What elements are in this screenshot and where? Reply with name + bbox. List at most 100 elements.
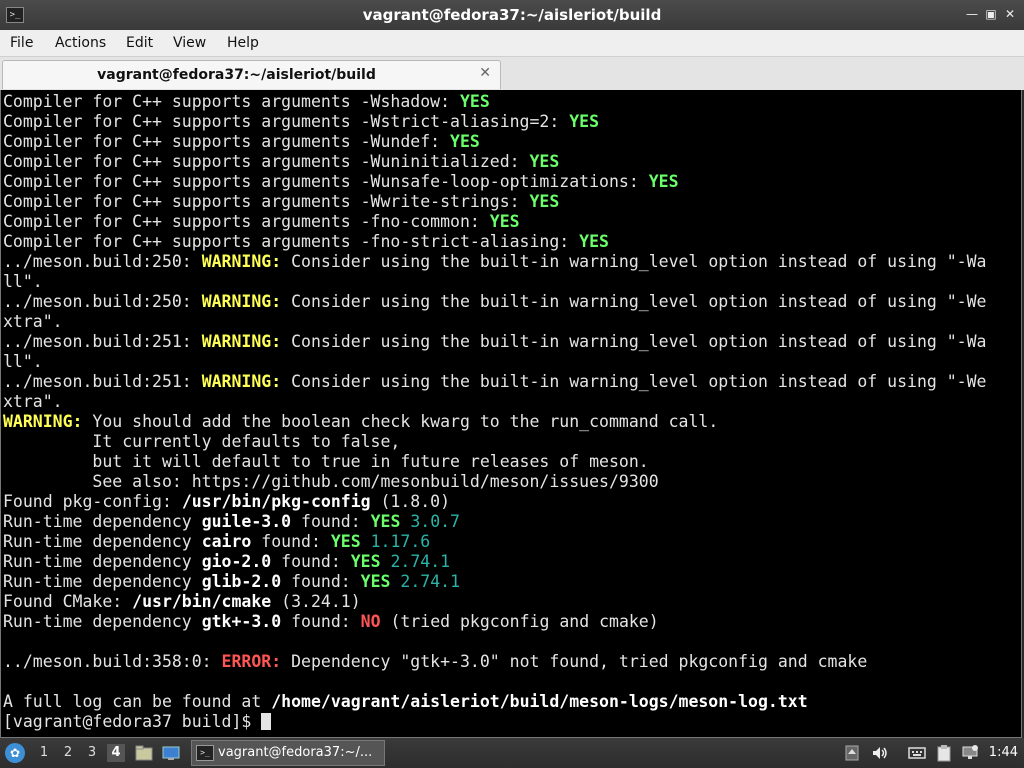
terminal-text-segment: A full log can be found at [3,692,272,711]
minimize-button[interactable]: — [964,6,980,22]
terminal-text-segment: ../meson.build:250: [3,292,202,311]
network-icon[interactable] [961,744,979,762]
terminal-line: ll". [3,352,986,372]
terminal-line: Compiler for C++ supports arguments -Wun… [3,172,986,192]
terminal-text-segment: It currently defaults to false, [3,432,401,451]
terminal-line: ../meson.build:358:0: ERROR: Dependency … [3,652,986,672]
terminal-line: Run-time dependency glib-2.0 found: YES … [3,572,986,592]
menu-help[interactable]: Help [227,35,259,51]
clipboard-icon[interactable] [935,744,953,762]
terminal-text-segment: See also: https://github.com/mesonbuild/… [3,472,659,491]
task-label: vagrant@fedora37:~/... [218,745,373,760]
terminal-line: Found CMake: /usr/bin/cmake (3.24.1) [3,592,986,612]
terminal-text-segment: found: [251,532,331,551]
text-cursor [261,713,272,730]
terminal-text-segment: found: [281,572,361,591]
terminal-text-segment: YES [529,152,560,171]
terminal-text-segment: ../meson.build:251: [3,372,202,391]
terminal-text-segment: Run-time dependency [3,512,202,531]
terminal-text-segment: You should add the boolean check kwarg t… [82,412,719,431]
terminal-text-segment: but it will default to true in future re… [3,452,649,471]
terminal-text-segment: WARNING: [201,332,282,351]
terminal-text-segment: Consider using the built-in warning_leve… [281,332,987,351]
show-desktop-icon[interactable] [162,744,180,762]
terminal-line: xtra". [3,392,986,412]
prompt-line: [vagrant@fedora37 build]$ [3,712,986,732]
terminal-text-segment: YES [529,192,560,211]
menu-actions[interactable]: Actions [55,35,106,51]
window-title: vagrant@fedora37:~/aisleriot/build [362,6,662,24]
terminal-text-segment: found: [281,612,361,631]
terminal-line: ll". [3,272,986,292]
terminal-text-segment: Run-time dependency [3,532,202,551]
menu-view[interactable]: View [173,35,206,51]
terminal-line: Run-time dependency cairo found: YES 1.1… [3,532,986,552]
terminal-text-segment: /usr/bin/cmake [132,592,272,611]
terminal-line: Run-time dependency gio-2.0 found: YES 2… [3,552,986,572]
terminal-line: Compiler for C++ supports arguments -fno… [3,232,986,252]
terminal-text-segment: (tried pkgconfig and cmake) [380,612,659,631]
terminal-text-segment: YES [450,132,480,151]
terminal-text-segment: 3.0.7 [400,512,460,531]
terminal-text-segment: Compiler for C++ supports arguments -Wsh… [3,92,460,111]
terminal-text-segment: YES [569,112,600,131]
terminal-text-segment: Dependency "gtk+-3.0" not found, tried p… [281,652,868,671]
terminal-text-segment: Run-time dependency [3,572,202,591]
terminal-text-segment: found: [271,552,351,571]
menu-edit[interactable]: Edit [126,35,153,51]
close-button[interactable]: ✕ [1002,6,1018,22]
terminal-text-segment: /home/vagrant/aisleriot/build/meson-logs… [271,692,808,711]
terminal-text-segment: WARNING: [3,412,83,431]
terminal-line: Compiler for C++ supports arguments -Wst… [3,112,986,132]
tab-label: vagrant@fedora37:~/aisleriot/build [97,67,376,83]
terminal-text-segment: Compiler for C++ supports arguments -Wst… [3,112,570,131]
terminal-text-segment: ll". [3,272,43,291]
terminal-text-segment: Consider using the built-in warning_leve… [281,372,987,391]
terminal-line: Compiler for C++ supports arguments -Wsh… [3,92,986,112]
terminal-text-segment: Compiler for C++ supports arguments -Wun… [3,152,530,171]
terminal-line: ../meson.build:250: WARNING: Consider us… [3,292,986,312]
terminal-line: Run-time dependency gtk+-3.0 found: NO (… [3,612,986,632]
workspace-3[interactable]: 3 [83,744,101,762]
terminal-output: Compiler for C++ supports arguments -Wsh… [3,92,986,732]
terminal-text-segment: WARNING: [201,292,282,311]
volume-icon[interactable] [871,744,889,762]
terminal-text-segment: Compiler for C++ supports arguments -Wun… [3,172,649,191]
terminal-text-segment: guile-3.0 [201,512,292,531]
terminal-text-segment: WARNING: [201,252,282,271]
start-menu-icon[interactable]: ✿ [5,743,25,763]
restore-button[interactable]: ▣ [983,6,999,22]
terminal-text-segment: YES [648,172,679,191]
terminal-text-segment: gio-2.0 [201,552,272,571]
workspace-1[interactable]: 1 [35,744,53,762]
terminal-tab[interactable]: vagrant@fedora37:~/aisleriot/build ✕ [2,60,501,89]
file-manager-icon[interactable] [135,744,153,762]
terminal-text-segment: YES [459,92,490,111]
tab-close-icon[interactable]: ✕ [479,65,491,81]
terminal-text-segment: gtk+-3.0 [201,612,282,631]
terminal-text-segment: Compiler for C++ supports arguments -Wwr… [3,192,530,211]
workspace-2[interactable]: 2 [59,744,77,762]
shell-prompt: [vagrant@fedora37 build]$ [3,712,262,731]
terminal-line: Run-time dependency guile-3.0 found: YES… [3,512,986,532]
workspace-4[interactable]: 4 [107,744,125,762]
terminal-text-segment: ../meson.build:250: [3,252,202,271]
terminal-line: Compiler for C++ supports arguments -Wun… [3,132,986,152]
terminal-line: ../meson.build:250: WARNING: Consider us… [3,252,986,272]
terminal-text-segment: (1.8.0) [370,492,451,511]
menu-file[interactable]: File [10,35,33,51]
terminal-text-segment: glib-2.0 [201,572,282,591]
update-notifier-icon[interactable] [843,744,861,762]
menu-bar: File Actions Edit View Help [0,30,1024,57]
terminal-text-segment: /usr/bin/pkg-config [181,492,371,511]
keyboard-icon[interactable] [908,744,926,762]
taskbar-task-terminal[interactable]: >_ vagrant@fedora37:~/... [191,740,385,766]
terminal-text-segment: YES [350,552,381,571]
terminal-text-segment: Compiler for C++ supports arguments -fno… [3,212,490,231]
terminal-view[interactable]: Compiler for C++ supports arguments -Wsh… [0,90,1022,738]
clock: 1:44 [988,745,1018,760]
terminal-text-segment: NO [360,612,381,631]
terminal-text-segment: 2.74.1 [380,552,451,571]
